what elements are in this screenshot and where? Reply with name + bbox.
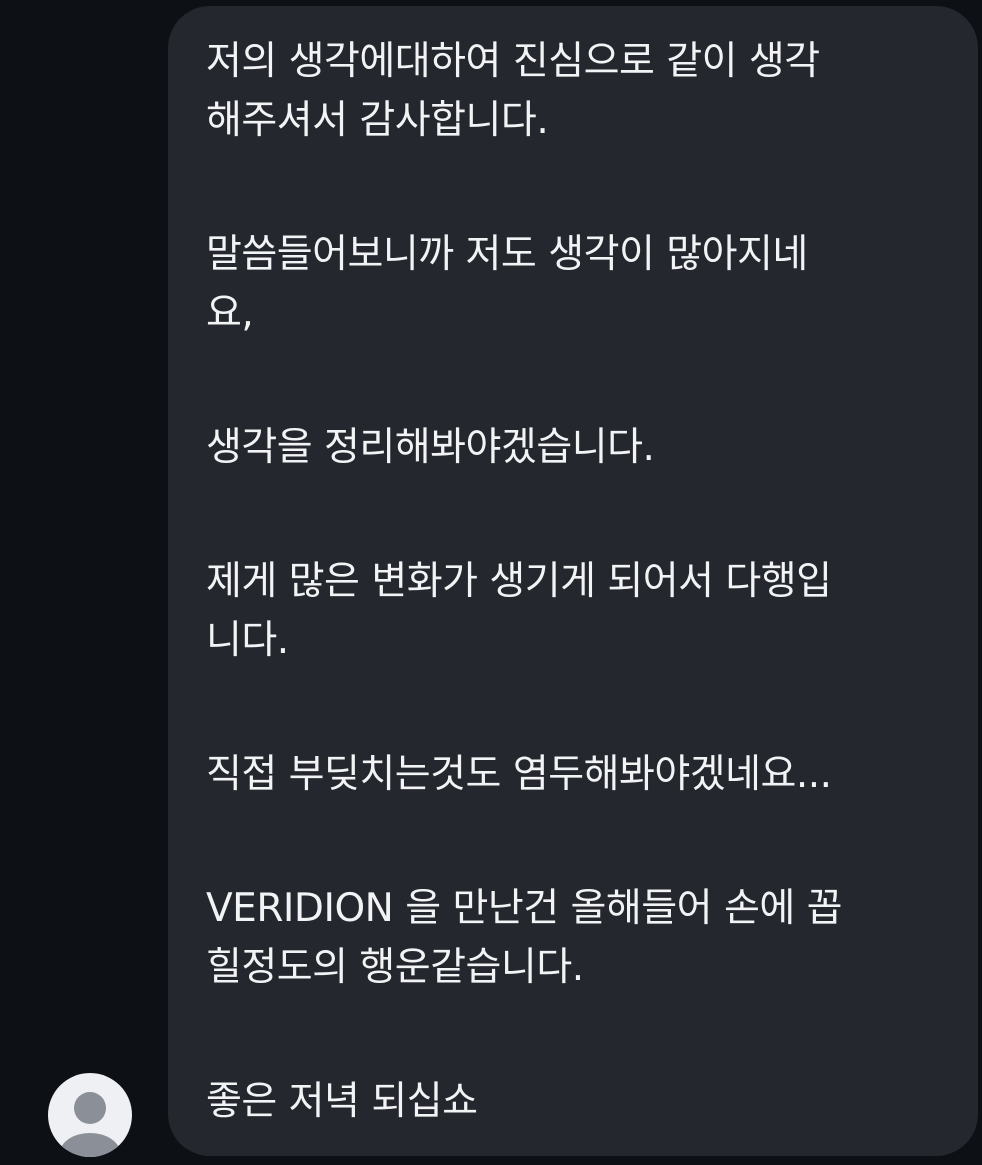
message-paragraph: 직접 부딪치는것도 염두해봐야겠네요...: [206, 752, 832, 797]
message-paragraph: 제게 많은 변화가 생기게 되어서 다행입 니다.: [206, 559, 832, 663]
message-paragraph: VERIDION 을 만난건 올해들어 손에 꼽 힐정도의 행운같습니다.: [206, 886, 843, 990]
chat-thread: 저의 생각에대하여 진심으로 같이 생각 해주셔서 감사합니다. 말씀들어보니까…: [0, 0, 982, 1165]
default-user-avatar-icon: [60, 1092, 120, 1157]
message-paragraph: 생각을 정리해봐야겠습니다.: [206, 425, 655, 470]
message-paragraph: 좋은 저녁 되십쇼: [206, 1079, 478, 1124]
sender-avatar[interactable]: [48, 1073, 132, 1157]
message-bubble[interactable]: 저의 생각에대하여 진심으로 같이 생각 해주셔서 감사합니다. 말씀들어보니까…: [168, 6, 978, 1156]
message-paragraph: 저의 생각에대하여 진심으로 같이 생각 해주셔서 감사합니다.: [206, 39, 820, 143]
message-paragraph: 말씀들어보니까 저도 생각이 많아지네 요,: [206, 232, 808, 336]
